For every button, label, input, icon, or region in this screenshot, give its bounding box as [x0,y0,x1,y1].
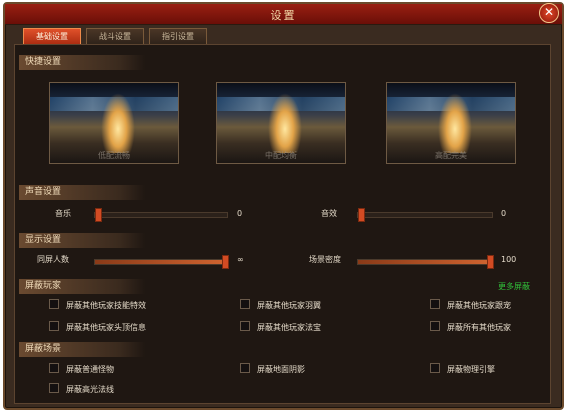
checkbox-box[interactable] [430,363,440,373]
checkbox-box[interactable] [240,363,250,373]
players-fill [95,260,227,264]
tab-guide-settings[interactable]: 指引设置 [149,28,207,45]
preset-label: 低配流畅 [98,151,130,160]
more-hide-link[interactable]: 更多屏蔽 [498,281,530,292]
preset-glow [438,93,473,153]
checkbox-hide-all-players[interactable]: 屏蔽所有其他玩家 [430,321,511,333]
effects-value: 0 [501,209,507,218]
checkbox-label: 屏蔽其他玩家头顶信息 [66,323,146,332]
settings-window: 设置 ✕ 基础设置 战斗设置 指引设置 快捷设置 低配流畅 中配均衡 高配完美 … [3,2,564,410]
checkbox-label: 屏蔽其他玩家法宝 [257,323,321,332]
preset-glow [101,93,136,153]
checkbox-label: 屏蔽物理引擎 [447,365,495,374]
preset-mid[interactable]: 中配均衡 [216,82,346,164]
checkbox-box[interactable] [49,321,59,331]
density-value: 100 [501,255,517,264]
checkbox-label: 屏蔽其他玩家技能特效 [66,301,146,310]
section-sound: 声音设置 [19,185,145,200]
checkbox-hide-artifacts[interactable]: 屏蔽其他玩家法宝 [240,321,321,333]
music-knob[interactable] [95,208,102,222]
settings-panel: 快捷设置 低配流畅 中配均衡 高配完美 声音设置 音乐 0 音效 0 显示设置 … [14,44,551,404]
preset-low[interactable]: 低配流畅 [49,82,179,164]
checkbox-label: 屏蔽普通怪物 [66,365,114,374]
checkbox-label: 屏蔽其他玩家羽翼 [257,301,321,310]
effects-knob[interactable] [358,208,365,222]
density-fill [358,260,492,264]
tab-combat-settings[interactable]: 战斗设置 [86,28,144,45]
checkbox-hide-monsters[interactable]: 屏蔽普通怪物 [49,363,114,375]
checkbox-box[interactable] [240,321,250,331]
checkbox-hide-highlight-normals[interactable]: 屏蔽高光法线 [49,383,114,395]
checkbox-label: 屏蔽地面阴影 [257,365,305,374]
density-label: 场景密度 [309,255,341,264]
tab-basic-settings[interactable]: 基础设置 [23,28,81,45]
checkbox-box[interactable] [49,299,59,309]
music-slider[interactable] [94,208,228,222]
checkbox-box[interactable] [240,299,250,309]
density-knob[interactable] [487,255,494,269]
preset-high[interactable]: 高配完美 [386,82,516,164]
players-label: 同屏人数 [37,255,69,264]
preset-label: 中配均衡 [265,151,297,160]
effects-label: 音效 [321,209,337,218]
music-value: 0 [237,209,243,218]
checkbox-box[interactable] [430,321,440,331]
checkbox-box[interactable] [49,363,59,373]
preset-label: 高配完美 [435,151,467,160]
checkbox-hide-skill-effects[interactable]: 屏蔽其他玩家技能特效 [49,299,146,311]
checkbox-label: 屏蔽其他玩家跟宠 [447,301,511,310]
checkbox-hide-ground-shadow[interactable]: 屏蔽地面阴影 [240,363,305,375]
checkbox-box[interactable] [49,383,59,393]
window-title: 设置 [270,9,297,22]
section-hide-players: 屏蔽玩家 [19,279,145,294]
players-value: ∞ [237,255,244,264]
music-label: 音乐 [55,209,71,218]
checkbox-hide-head-info[interactable]: 屏蔽其他玩家头顶信息 [49,321,146,333]
checkbox-label: 屏蔽高光法线 [66,385,114,394]
density-slider[interactable] [357,255,494,269]
checkbox-hide-pets[interactable]: 屏蔽其他玩家跟宠 [430,299,511,311]
section-quick: 快捷设置 [19,55,145,70]
effects-slider[interactable] [357,208,493,222]
section-display: 显示设置 [19,233,145,248]
title-bar: 设置 [5,4,562,25]
checkbox-hide-physics[interactable]: 屏蔽物理引擎 [430,363,495,375]
checkbox-box[interactable] [430,299,440,309]
players-knob[interactable] [222,255,229,269]
preset-glow [268,93,303,153]
checkbox-label: 屏蔽所有其他玩家 [447,323,511,332]
close-icon[interactable]: ✕ [539,3,559,23]
section-hide-scene: 屏蔽场景 [19,342,145,357]
players-slider[interactable] [94,255,229,269]
checkbox-hide-wings[interactable]: 屏蔽其他玩家羽翼 [240,299,321,311]
